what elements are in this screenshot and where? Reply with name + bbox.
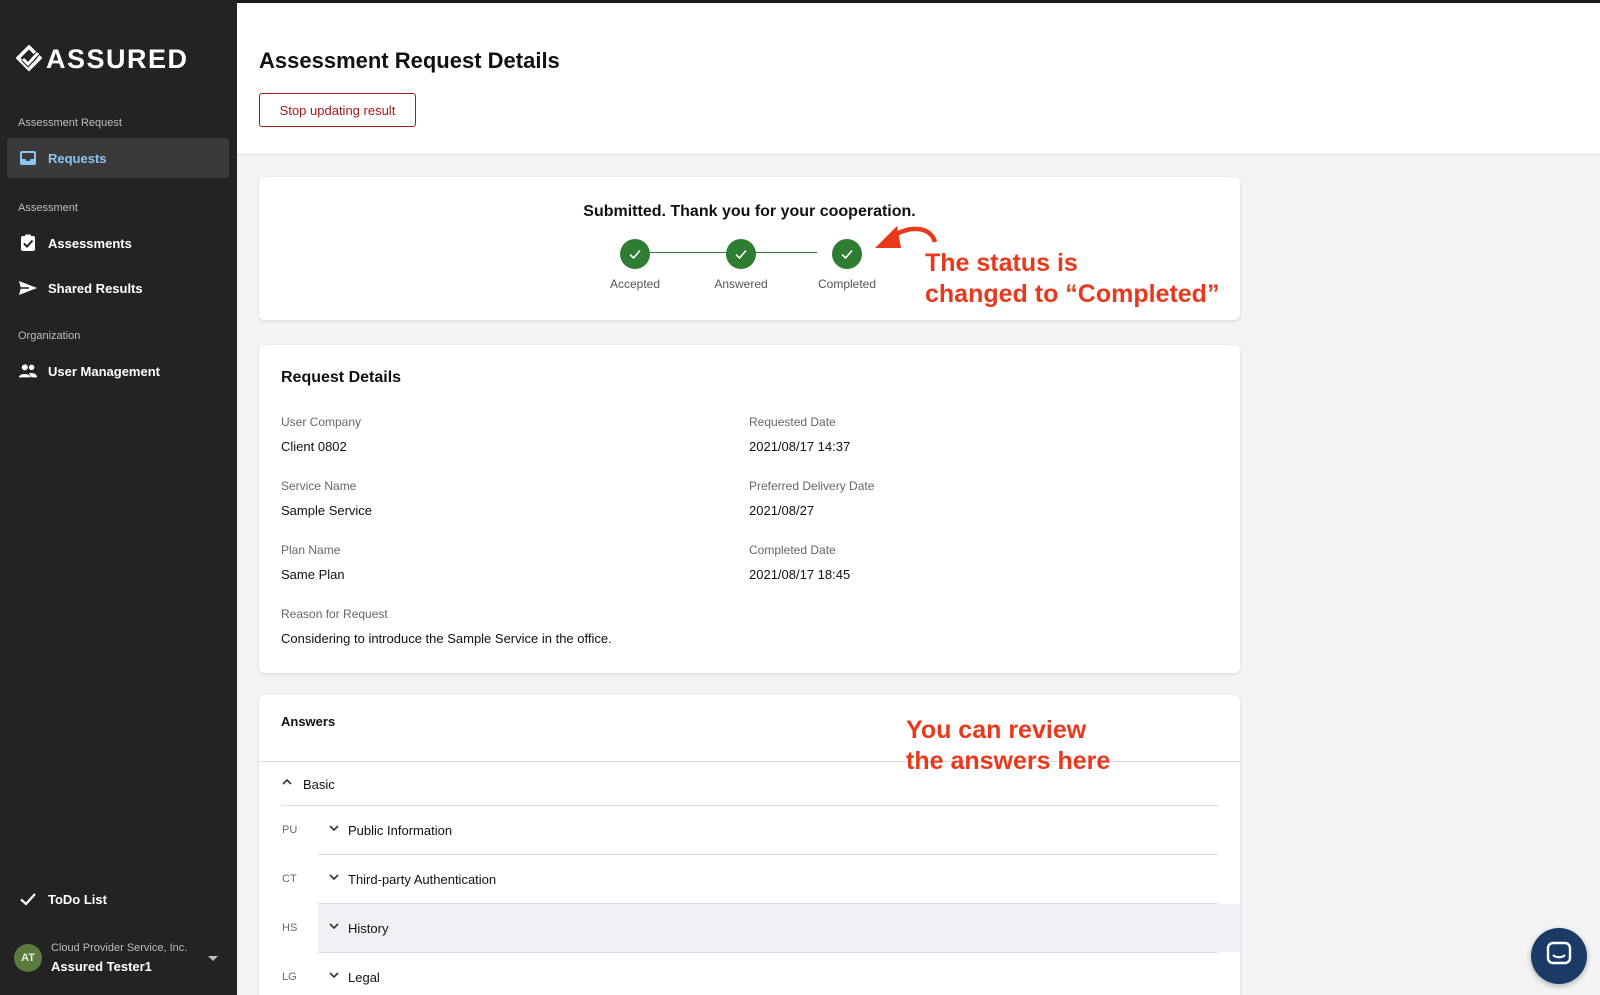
field-value: Considering to introduce the Sample Serv…	[281, 631, 612, 646]
sidebar-item-label: ToDo List	[48, 891, 107, 907]
section-label-assessment-request: Assessment Request	[18, 117, 122, 129]
field-label: Requested Date	[749, 415, 836, 429]
section-label-assessment: Assessment	[18, 202, 78, 214]
sidebar-item-label: User Management	[48, 363, 160, 379]
field-value: 2021/08/17 14:37	[749, 439, 851, 454]
field-label: Preferred Delivery Date	[749, 479, 875, 493]
sidebar-item-label: Assessments	[48, 235, 132, 251]
answers-group-basic[interactable]: Basic	[281, 772, 335, 796]
sidebar-item-assessments[interactable]: Assessments	[7, 223, 229, 263]
field-label: User Company	[281, 415, 362, 429]
field-completed-date: Completed Date 2021/08/17 18:45	[749, 543, 850, 582]
step-label: Accepted	[609, 277, 661, 291]
sidebar: ASSURED Assessment Request Requests Asse…	[0, 0, 237, 995]
chevron-down-icon	[328, 968, 340, 986]
check-circle-icon	[620, 239, 650, 269]
annotation-line: the answers here	[906, 747, 1111, 775]
field-label: Reason for Request	[281, 607, 388, 621]
chat-icon	[1546, 941, 1572, 972]
request-details-card: Request Details User Company Client 0802…	[259, 345, 1240, 673]
answer-toggle[interactable]: Third-party Authentication	[318, 855, 1240, 903]
chevron-down-icon	[328, 821, 340, 839]
field-user-company: User Company Client 0802	[281, 415, 361, 454]
answer-toggle[interactable]: History	[318, 904, 1240, 952]
answer-code: CT	[282, 873, 297, 885]
step-label: Answered	[714, 277, 768, 291]
field-value: Sample Service	[281, 503, 373, 518]
answer-label: Public Information	[348, 822, 453, 838]
logo-text: ASSURED	[46, 44, 189, 74]
step-label: Completed	[817, 277, 877, 291]
field-value: 2021/08/27	[749, 503, 815, 518]
check-circle-icon	[832, 239, 862, 269]
chevron-up-icon	[281, 775, 293, 793]
answer-label: Third-party Authentication	[348, 871, 497, 887]
annotation-answers: You can review the answers here	[906, 715, 1110, 777]
field-value: 2021/08/17 18:45	[749, 567, 851, 582]
section-label-organization: Organization	[18, 330, 81, 342]
sidebar-item-todo-list[interactable]: ToDo List	[7, 879, 229, 919]
answer-row-history: HS History	[259, 904, 1240, 952]
people-icon	[18, 361, 38, 381]
answer-row-third-party-authentication: CT Third-party Authentication	[259, 855, 1240, 903]
assured-logo-icon	[16, 44, 42, 71]
group-label: Basic	[303, 776, 335, 792]
answer-label: History	[348, 920, 389, 936]
answer-code: PU	[282, 824, 298, 836]
field-label: Completed Date	[749, 543, 836, 557]
chevron-down-icon	[328, 919, 340, 937]
sidebar-item-label: Requests	[48, 150, 107, 166]
sidebar-item-user-management[interactable]: User Management	[7, 351, 229, 391]
account-company: Cloud Provider Service, Inc.	[51, 942, 188, 954]
status-message: Submitted. Thank you for your cooperatio…	[583, 203, 916, 220]
sidebar-item-requests[interactable]: Requests	[7, 138, 229, 178]
field-plan-name: Plan Name Same Plan	[281, 543, 345, 582]
field-service-name: Service Name Sample Service	[281, 479, 372, 518]
answer-code: LG	[282, 971, 297, 983]
avatar: AT	[14, 944, 42, 972]
annotation-line: The status is	[925, 249, 1078, 277]
field-reason-for-request: Reason for Request Considering to introd…	[281, 607, 612, 646]
answer-toggle[interactable]: Public Information	[318, 806, 1240, 854]
answer-row-legal: LG Legal	[259, 953, 1240, 995]
account-user: Assured Tester1	[51, 959, 152, 974]
annotation-line: You can review	[906, 716, 1087, 744]
chat-support-button[interactable]	[1531, 928, 1587, 984]
field-requested-date: Requested Date 2021/08/17 14:37	[749, 415, 850, 454]
card-title: Answers	[281, 714, 336, 729]
field-value: Client 0802	[281, 439, 347, 454]
field-label: Plan Name	[281, 543, 341, 557]
sidebar-item-label: Shared Results	[48, 280, 143, 296]
annotation-line: changed to “Completed”	[925, 280, 1220, 308]
page-header: Assessment Request Details Stop updating…	[237, 0, 1600, 155]
answer-code: HS	[282, 922, 298, 934]
page-title: Assessment Request Details	[259, 48, 560, 73]
account-menu[interactable]: AT Cloud Provider Service, Inc. Assured …	[14, 933, 224, 983]
check-icon	[18, 889, 38, 909]
field-label: Service Name	[281, 479, 357, 493]
caret-down-icon	[208, 955, 218, 961]
inbox-icon	[18, 148, 38, 168]
chevron-down-icon	[328, 870, 340, 888]
check-circle-icon	[726, 239, 756, 269]
status-stepper: Accepted Answered Completed	[610, 239, 876, 299]
field-preferred-delivery-date: Preferred Delivery Date 2021/08/27	[749, 479, 874, 518]
card-title: Request Details	[281, 369, 402, 386]
clipboard-check-icon	[18, 233, 38, 253]
field-value: Same Plan	[281, 567, 345, 582]
annotation-status: The status is changed to “Completed”	[925, 248, 1219, 310]
step-accepted: Accepted	[595, 239, 675, 291]
answer-label: Legal	[348, 969, 380, 985]
stop-updating-result-button[interactable]: Stop updating result	[259, 93, 416, 127]
answer-toggle[interactable]: Legal	[318, 953, 1240, 995]
answer-row-public-information: PU Public Information	[259, 806, 1240, 854]
sidebar-item-shared-results[interactable]: Shared Results	[7, 268, 229, 308]
send-icon	[18, 278, 38, 298]
step-answered: Answered	[701, 239, 781, 291]
logo[interactable]: ASSURED	[16, 44, 189, 75]
